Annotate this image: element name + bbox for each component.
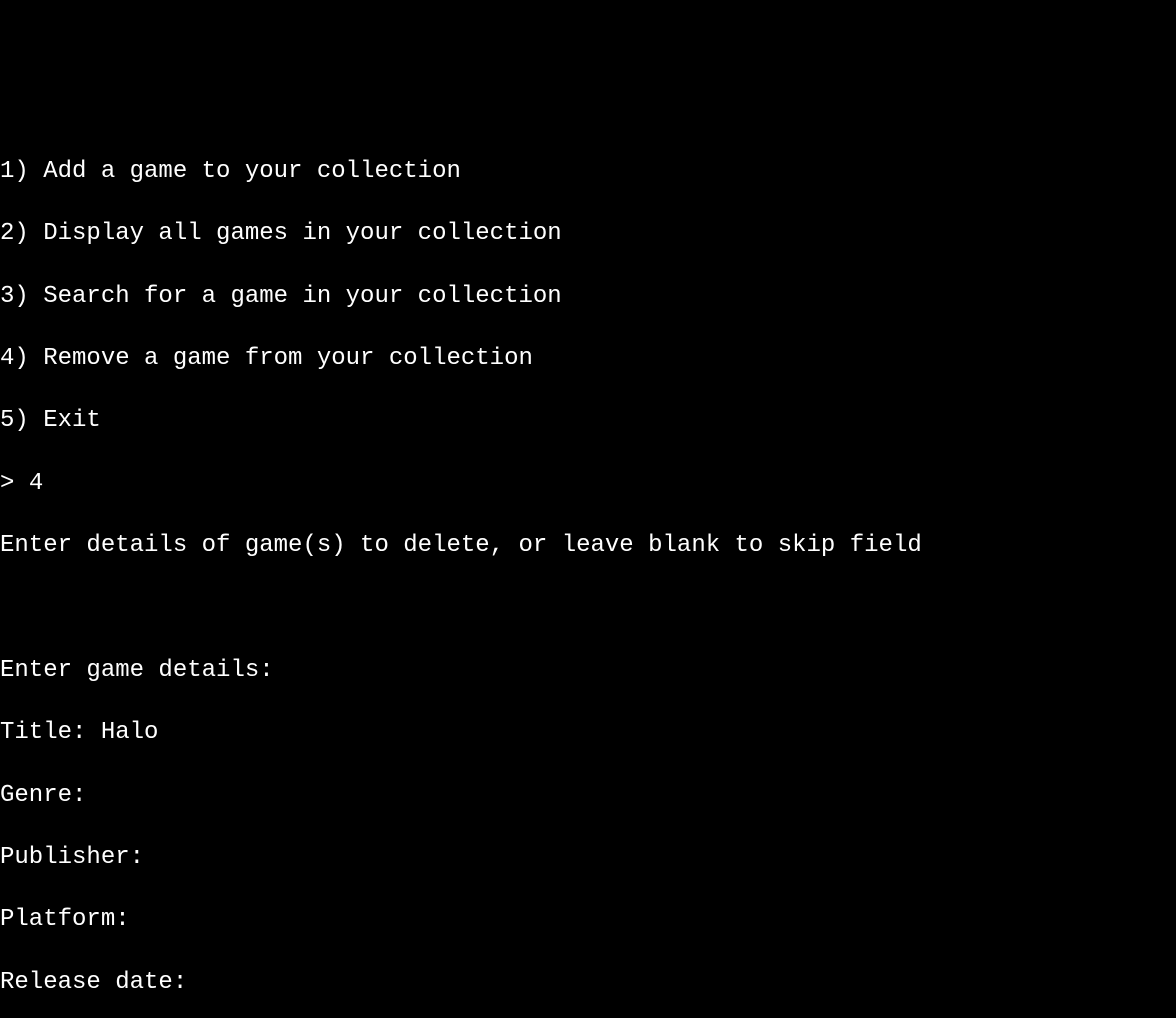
terminal-output[interactable]: 1) Add a game to your collection 2) Disp… <box>0 125 1176 1018</box>
genre-label: Genre: <box>0 782 86 809</box>
release-date-label: Release date: <box>0 969 187 996</box>
platform-line: Platform: <box>0 904 1176 935</box>
menu-item-5: 5) Exit <box>0 405 1176 436</box>
menu-item-1: 1) Add a game to your collection <box>0 156 1176 187</box>
platform-label: Platform: <box>0 906 130 933</box>
genre-line: Genre: <box>0 780 1176 811</box>
menu-item-3: 3) Search for a game in your collection <box>0 281 1176 312</box>
publisher-line: Publisher: <box>0 842 1176 873</box>
menu-item-4: 4) Remove a game from your collection <box>0 343 1176 374</box>
prompt-symbol: > <box>0 470 29 497</box>
release-date-line: Release date: <box>0 967 1176 998</box>
menu-item-2: 2) Display all games in your collection <box>0 218 1176 249</box>
prompt-line: > 4 <box>0 468 1176 499</box>
title-input[interactable]: Halo <box>101 719 159 746</box>
publisher-label: Publisher: <box>0 844 144 871</box>
prompt-input[interactable]: 4 <box>29 470 43 497</box>
title-label: Title: <box>0 719 101 746</box>
title-line: Title: Halo <box>0 717 1176 748</box>
details-header: Enter game details: <box>0 655 1176 686</box>
blank-line <box>0 593 1176 624</box>
instruction-line: Enter details of game(s) to delete, or l… <box>0 530 1176 561</box>
